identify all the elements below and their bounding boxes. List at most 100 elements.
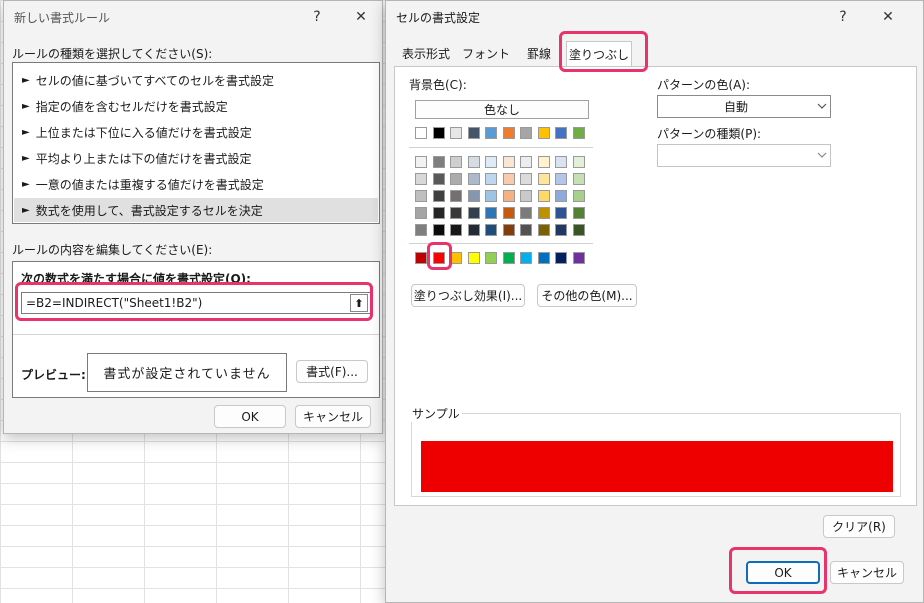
color-swatch[interactable] <box>520 173 532 185</box>
cancel-button[interactable]: キャンセル <box>830 561 904 584</box>
color-swatch[interactable] <box>572 207 585 219</box>
color-swatch[interactable] <box>502 173 515 185</box>
color-swatch[interactable] <box>432 207 445 219</box>
color-swatch[interactable] <box>502 127 515 139</box>
color-swatch[interactable] <box>450 207 462 219</box>
rule-type-list[interactable]: ► セルの値に基づいてすべてのセルを書式設定 ► 指定の値を含むセルだけを書式設… <box>12 62 380 224</box>
no-color-button[interactable]: 色なし <box>415 100 589 119</box>
color-swatch[interactable] <box>467 252 480 264</box>
color-swatch[interactable] <box>485 252 497 264</box>
color-swatch[interactable] <box>520 207 532 219</box>
color-swatch[interactable] <box>432 190 445 202</box>
color-swatch[interactable] <box>537 127 550 139</box>
rule-type-item-selected[interactable]: ► 数式を使用して、書式設定するセルを決定 <box>14 198 378 222</box>
tab-font[interactable]: フォント <box>458 41 514 66</box>
color-swatch[interactable] <box>450 156 462 168</box>
color-swatch[interactable] <box>555 127 567 139</box>
color-swatch[interactable] <box>467 127 480 139</box>
color-swatch[interactable] <box>520 252 532 264</box>
color-swatch[interactable] <box>485 207 497 219</box>
color-swatch[interactable] <box>415 224 427 236</box>
color-swatch[interactable] <box>432 156 445 168</box>
collapse-dialog-icon[interactable]: ⬆ <box>350 294 368 312</box>
fill-effects-button[interactable]: 塗りつぶし効果(I)... <box>411 284 525 307</box>
color-swatch[interactable] <box>415 156 427 168</box>
color-swatch[interactable] <box>450 224 462 236</box>
color-swatch[interactable] <box>520 224 532 236</box>
color-swatch[interactable] <box>450 252 462 264</box>
arrow-right-icon: ► <box>22 204 30 216</box>
close-icon[interactable]: ✕ <box>873 5 903 29</box>
rule-type-item[interactable]: ► 平均より上または下の値だけを書式設定 <box>14 146 378 170</box>
color-swatch[interactable] <box>432 173 445 185</box>
color-swatch[interactable] <box>520 127 532 139</box>
more-colors-button[interactable]: その他の色(M)... <box>537 284 637 307</box>
color-swatch[interactable] <box>555 252 567 264</box>
tab-border[interactable]: 罫線 <box>514 41 564 66</box>
color-swatch[interactable] <box>467 190 480 202</box>
color-swatch[interactable] <box>555 224 567 236</box>
color-swatch[interactable] <box>520 156 532 168</box>
color-swatch[interactable] <box>415 190 427 202</box>
color-swatch[interactable] <box>537 252 550 264</box>
color-swatch[interactable] <box>572 156 585 168</box>
color-swatch[interactable] <box>555 207 567 219</box>
color-swatch[interactable] <box>572 190 585 202</box>
color-swatch[interactable] <box>485 190 497 202</box>
color-swatch[interactable] <box>415 252 427 264</box>
color-swatch[interactable] <box>572 252 585 264</box>
color-swatch[interactable] <box>467 224 480 236</box>
color-swatch[interactable] <box>537 207 550 219</box>
color-swatch[interactable] <box>467 173 480 185</box>
cancel-button[interactable]: キャンセル <box>295 405 371 428</box>
clear-button[interactable]: クリア(R) <box>823 515 895 538</box>
color-swatch[interactable] <box>520 190 532 202</box>
tab-fill[interactable]: 塗りつぶし <box>566 41 632 67</box>
color-swatch[interactable] <box>450 173 462 185</box>
color-swatch[interactable] <box>485 127 497 139</box>
color-swatch[interactable] <box>555 190 567 202</box>
color-swatch[interactable] <box>432 224 445 236</box>
help-icon[interactable]: ? <box>828 5 858 29</box>
rule-type-item[interactable]: ► 一意の値または重複する値だけを書式設定 <box>14 172 378 196</box>
color-swatch[interactable] <box>572 127 585 139</box>
close-icon[interactable]: ✕ <box>346 5 376 29</box>
pattern-color-select[interactable]: 自動 <box>657 95 831 118</box>
color-swatch[interactable] <box>415 207 427 219</box>
help-icon[interactable]: ? <box>302 5 332 29</box>
color-swatch[interactable] <box>537 173 550 185</box>
rule-type-item[interactable]: ► セルの値に基づいてすべてのセルを書式設定 <box>14 68 378 92</box>
color-swatch[interactable] <box>572 224 585 236</box>
color-swatch[interactable] <box>450 127 462 139</box>
color-swatch[interactable] <box>502 190 515 202</box>
color-swatch[interactable] <box>502 224 515 236</box>
color-swatch[interactable] <box>432 127 445 139</box>
format-button[interactable]: 書式(F)... <box>296 360 368 383</box>
color-swatch[interactable] <box>555 156 567 168</box>
formula-input[interactable]: =B2=INDIRECT("Sheet1!B2") ⬆ <box>21 292 371 314</box>
tab-number-format[interactable]: 表示形式 <box>394 41 458 66</box>
color-swatch[interactable] <box>485 156 497 168</box>
color-swatch[interactable] <box>502 207 515 219</box>
color-swatch[interactable] <box>467 207 480 219</box>
color-swatch[interactable] <box>467 156 480 168</box>
color-swatch[interactable] <box>485 173 497 185</box>
color-swatch[interactable] <box>415 173 427 185</box>
color-swatch[interactable] <box>572 173 585 185</box>
color-swatch[interactable] <box>450 190 462 202</box>
color-swatch[interactable] <box>502 156 515 168</box>
rule-type-item[interactable]: ► 指定の値を含むセルだけを書式設定 <box>14 94 378 118</box>
color-swatch[interactable] <box>415 127 427 139</box>
color-swatch[interactable] <box>502 252 515 264</box>
color-swatch[interactable] <box>537 156 550 168</box>
ok-button[interactable]: OK <box>746 561 820 584</box>
preview-box: 書式が設定されていません <box>87 353 287 392</box>
color-swatch[interactable] <box>537 224 550 236</box>
color-swatch[interactable] <box>555 173 567 185</box>
pattern-style-select[interactable] <box>657 144 831 167</box>
color-swatch-selected[interactable] <box>432 252 445 264</box>
rule-type-item[interactable]: ► 上位または下位に入る値だけを書式設定 <box>14 120 378 144</box>
ok-button[interactable]: OK <box>214 405 286 428</box>
color-swatch[interactable] <box>485 224 497 236</box>
color-swatch[interactable] <box>537 190 550 202</box>
